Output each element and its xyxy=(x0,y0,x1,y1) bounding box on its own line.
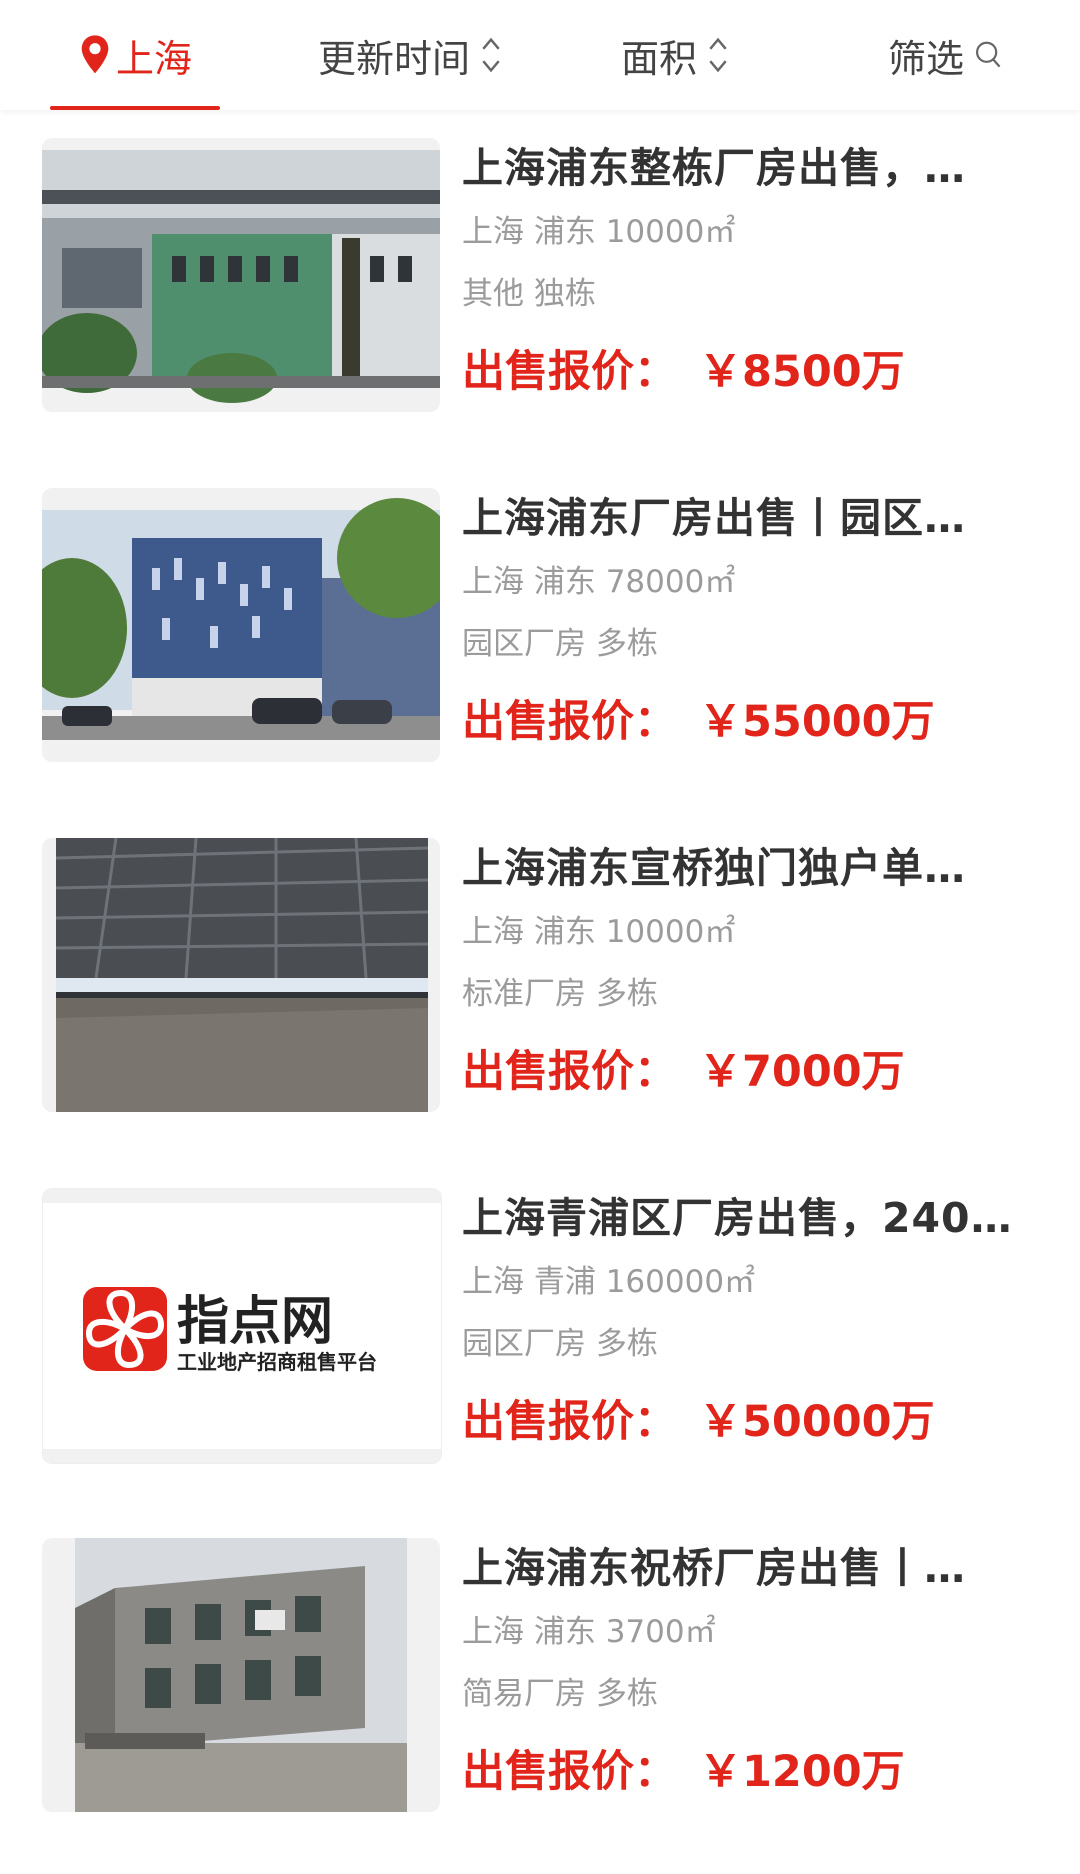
sort-area-label: 面积 xyxy=(620,36,697,81)
listing-title[interactable]: 上海浦东整栋厂房出售，… xyxy=(462,138,1040,198)
listing-card[interactable]: 上海浦东整栋厂房出售，… 上海 浦东 10000㎡ 其他 独栋 出售报价： ￥85… xyxy=(0,110,1080,460)
price-label: 出售报价： xyxy=(462,347,677,397)
price-value: ￥55000万 xyxy=(699,697,935,747)
filter-label: 筛选 xyxy=(887,36,964,81)
listing-title[interactable]: 上海浦东祝桥厂房出售丨… xyxy=(462,1538,1040,1598)
search-icon xyxy=(976,41,1001,68)
price-label: 出售报价： xyxy=(462,1397,677,1447)
listing-tags: 简易厂房 多栋 xyxy=(462,1676,658,1712)
city-label: 上海 xyxy=(115,36,192,81)
listing-title[interactable]: 上海浦东宣桥独门独户单… xyxy=(462,838,1040,898)
listing-card[interactable]: 指点网 工业地产招商租售平台 上海青浦区厂房出售，240… 上海 青浦 1600… xyxy=(0,1160,1080,1510)
price-value: ￥7000万 xyxy=(699,1047,905,1097)
listing-location-area: 上海 浦东 78000㎡ xyxy=(462,564,736,600)
price-label: 出售报价： xyxy=(462,697,677,747)
listing-info: 上海青浦区厂房出售，240… 上海 青浦 160000㎡ 园区厂房 多栋 出售报… xyxy=(462,1188,1040,1450)
active-tab-indicator xyxy=(50,106,220,110)
listing-price: 出售报价： ￥1200万 xyxy=(462,1744,1040,1800)
sort-update-time-button[interactable]: 更新时间 xyxy=(285,0,535,110)
price-value: ￥1200万 xyxy=(699,1747,905,1797)
listing-photo[interactable] xyxy=(42,488,440,762)
listing-card[interactable]: 上海浦东厂房出售丨园区… 上海 浦东 78000㎡ 园区厂房 多栋 出售报价： ￥… xyxy=(0,460,1080,810)
listing-photo[interactable] xyxy=(42,138,440,412)
listing-location-area: 上海 浦东 10000㎡ xyxy=(462,214,736,250)
listing-location-area: 上海 青浦 160000㎡ xyxy=(462,1264,756,1300)
listing-price: 出售报价： ￥55000万 xyxy=(462,694,1040,750)
listing-photo[interactable] xyxy=(42,1538,440,1812)
listing-info: 上海浦东厂房出售丨园区… 上海 浦东 78000㎡ 园区厂房 多栋 出售报价： ￥… xyxy=(462,488,1040,750)
listing-info: 上海浦东整栋厂房出售，… 上海 浦东 10000㎡ 其他 独栋 出售报价： ￥85… xyxy=(462,138,1040,400)
listing-location-area: 上海 浦东 10000㎡ xyxy=(462,914,736,950)
city-selector[interactable]: 上海 xyxy=(50,0,220,110)
logo-slogan-text: 工业地产招商租售平台 xyxy=(177,1350,377,1374)
listing-card[interactable]: 上海浦东祝桥厂房出售丨… 上海 浦东 3700㎡ 简易厂房 多栋 出售报价： ￥1… xyxy=(0,1510,1080,1860)
logo-brand-text: 指点网 xyxy=(177,1292,333,1352)
price-label: 出售报价： xyxy=(462,1747,677,1797)
price-value: ￥8500万 xyxy=(699,347,905,397)
listing-info: 上海浦东宣桥独门独户单… 上海 浦东 10000㎡ 标准厂房 多栋 出售报价： ￥… xyxy=(462,838,1040,1100)
listing-price: 出售报价： ￥50000万 xyxy=(462,1394,1040,1450)
location-pin-icon xyxy=(81,35,109,74)
listing-photo[interactable] xyxy=(42,838,440,1112)
filter-button[interactable]: 筛选 xyxy=(870,0,1020,110)
price-label: 出售报价： xyxy=(462,1047,677,1097)
sort-updown-icon xyxy=(709,37,727,73)
listing-location-area: 上海 浦东 3700㎡ xyxy=(462,1614,716,1650)
sort-updown-icon xyxy=(482,37,500,73)
listing-title[interactable]: 上海浦东厂房出售丨园区… xyxy=(462,488,1040,548)
listing-tags: 园区厂房 多栋 xyxy=(462,626,658,662)
sort-update-time-label: 更新时间 xyxy=(317,36,470,81)
filter-bar: 上海 更新时间 面积 筛选 xyxy=(0,0,1080,110)
listing-info: 上海浦东祝桥厂房出售丨… 上海 浦东 3700㎡ 简易厂房 多栋 出售报价： ￥1… xyxy=(462,1538,1040,1800)
listing-tags: 园区厂房 多栋 xyxy=(462,1326,658,1362)
listing-card[interactable]: 上海浦东宣桥独门独户单… 上海 浦东 10000㎡ 标准厂房 多栋 出售报价： ￥… xyxy=(0,810,1080,1160)
listing-tags: 标准厂房 多栋 xyxy=(462,976,658,1012)
listing-price: 出售报价： ￥7000万 xyxy=(462,1044,1040,1100)
brand-logo: 指点网 工业地产招商租售平台 xyxy=(43,1189,441,1463)
sort-area-button[interactable]: 面积 xyxy=(600,0,750,110)
listing-tags: 其他 独栋 xyxy=(462,276,596,312)
price-value: ￥50000万 xyxy=(699,1397,935,1447)
listing-photo[interactable]: 指点网 工业地产招商租售平台 xyxy=(42,1188,442,1464)
listing-title[interactable]: 上海青浦区厂房出售，240… xyxy=(462,1188,1040,1248)
listing-price: 出售报价： ￥8500万 xyxy=(462,344,1040,400)
